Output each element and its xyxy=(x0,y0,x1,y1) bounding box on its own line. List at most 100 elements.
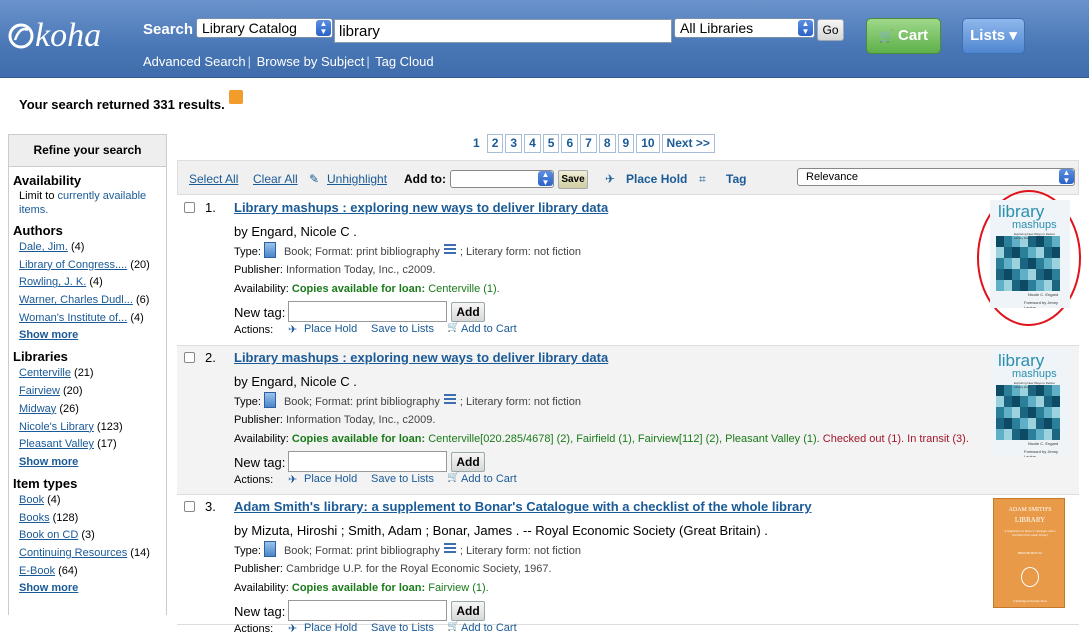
facet-count: (6) xyxy=(135,294,150,307)
lists-button[interactable]: Lists ▾ xyxy=(962,18,1025,54)
page-link-1[interactable]: 1 xyxy=(468,134,485,153)
show-more-authors[interactable]: Show more xyxy=(19,327,166,343)
tag-link[interactable]: Tag xyxy=(726,172,746,186)
place-hold-action[interactable]: Place Hold xyxy=(304,622,357,634)
add-to-cart-action[interactable]: Add to Cart xyxy=(461,622,517,634)
facet-link[interactable]: Rowling, J. K. xyxy=(19,276,86,288)
publisher-label: Publisher: xyxy=(234,264,283,276)
facet-link[interactable]: Book xyxy=(19,494,44,506)
browse-by-subject-link[interactable]: Browse by Subject xyxy=(257,54,365,69)
facet-count: (3) xyxy=(81,529,95,542)
search-sublinks: Advanced Search | Browse by Subject | Tag … xyxy=(143,54,434,69)
clear-all-link[interactable]: Clear All xyxy=(253,172,298,186)
facet-item: Library of Congress.... (20) xyxy=(19,257,166,275)
result-checkbox[interactable] xyxy=(184,352,195,363)
new-tag-input[interactable] xyxy=(288,451,447,472)
bibliography-icon xyxy=(443,244,456,255)
cover-title-2: mashups xyxy=(1012,219,1057,231)
result-number: 1. xyxy=(205,200,216,215)
index-select[interactable]: Library Catalog ▲ ▼ xyxy=(196,18,333,38)
book-cover-image[interactable]: library mashups Exploring New Ways to Deli… xyxy=(990,349,1070,457)
facet-link[interactable]: E-Book xyxy=(19,565,55,577)
save-to-lists-action[interactable]: Save to Lists xyxy=(371,622,434,634)
branch-select[interactable]: All Libraries ▲ ▼ xyxy=(674,18,815,38)
page-link-2[interactable]: 2 xyxy=(486,134,504,153)
refine-title: Refine your search xyxy=(9,135,166,167)
facet-count: (21) xyxy=(74,367,94,380)
availability-status-label: Copies available for loan: xyxy=(291,433,426,445)
page-link-7[interactable]: 7 xyxy=(580,134,597,153)
divider: | xyxy=(247,54,252,69)
book-cover-image[interactable]: library mashups Exploring New Ways to Deli… xyxy=(990,200,1070,308)
facet-link[interactable]: Book on CD xyxy=(19,529,78,541)
result-checkbox[interactable] xyxy=(184,202,195,213)
result-type-line: Type: Book; Format: print bibliography ; … xyxy=(234,541,581,557)
header-bar: koha Search Library Catalog ▲▼ All Libra… xyxy=(0,0,1089,78)
next-page-link[interactable]: Next >> xyxy=(661,134,715,153)
cart-button[interactable]: 🛒 Cart xyxy=(866,18,941,54)
currently-available-link-cont[interactable]: items. xyxy=(19,204,48,216)
book-cover-image[interactable]: ADAM SMITH'S LIBRARY A Supplement to Bonar… xyxy=(993,498,1065,608)
page-link-10[interactable]: 10 xyxy=(636,134,660,153)
facet-link[interactable]: Warner, Charles Dudl... xyxy=(19,294,133,306)
facet-link[interactable]: Pleasant Valley xyxy=(19,438,94,450)
add-tag-button[interactable]: Add xyxy=(451,452,485,472)
page-link-3[interactable]: 3 xyxy=(505,134,523,153)
cover-subtitle: Exploring New Ways to Deliver Library Da… xyxy=(1014,381,1056,389)
availability-status-label: Copies available for loan: xyxy=(291,283,426,295)
place-hold-action[interactable]: Place Hold xyxy=(304,473,357,485)
add-tag-button[interactable]: Add xyxy=(451,601,485,621)
add-to-cart-action[interactable]: Add to Cart xyxy=(461,473,517,485)
search-input[interactable] xyxy=(334,19,672,43)
rss-icon[interactable] xyxy=(228,90,243,104)
page-link-9[interactable]: 9 xyxy=(617,134,635,153)
currently-available-link[interactable]: currently available xyxy=(58,190,147,202)
facet-link[interactable]: Books xyxy=(19,512,50,524)
add-to-cart-action[interactable]: Add to Cart xyxy=(461,323,517,335)
save-button[interactable]: Save xyxy=(558,170,588,189)
type-label: Type: xyxy=(234,545,261,557)
result-title-link[interactable]: Adam Smith's library: a supplement to Bo… xyxy=(234,499,812,514)
facet-count: (20) xyxy=(130,258,150,271)
save-to-lists-action[interactable]: Save to Lists xyxy=(371,323,434,335)
sort-select[interactable]: Relevance ▲ ▼ xyxy=(797,168,1075,186)
facet-link[interactable]: Midway xyxy=(19,403,56,415)
cover-subtitle: A Supplement to Bonar's Catalogue with a… xyxy=(1004,529,1056,537)
facet-link[interactable]: Library of Congress.... xyxy=(19,259,127,271)
show-more-libraries[interactable]: Show more xyxy=(19,454,166,470)
go-button[interactable]: Go xyxy=(817,19,844,41)
facet-item: Book on CD (3) xyxy=(19,527,166,545)
facet-link[interactable]: Dale, Jim. xyxy=(19,241,68,253)
facet-link[interactable]: Nicole's Library xyxy=(19,421,94,433)
facet-link[interactable]: Centerville xyxy=(19,367,71,379)
add-to-select[interactable]: ▲ ▼ xyxy=(450,170,554,188)
result-title-link[interactable]: Library mashups : exploring new ways to … xyxy=(234,200,608,215)
page-link-5[interactable]: 5 xyxy=(542,134,560,153)
page-link-4[interactable]: 4 xyxy=(524,134,541,153)
place-hold-link[interactable]: Place Hold xyxy=(626,172,687,186)
facet-link[interactable]: Fairview xyxy=(19,385,60,397)
result-checkbox[interactable] xyxy=(184,501,195,512)
unhighlight-link[interactable]: Unhighlight xyxy=(327,172,387,186)
page-link-6[interactable]: 6 xyxy=(561,134,579,153)
result-title-link[interactable]: Library mashups : exploring new ways to … xyxy=(234,350,608,365)
select-all-link[interactable]: Select All xyxy=(189,172,238,186)
facet-count: (17) xyxy=(97,438,117,451)
new-tag-input[interactable] xyxy=(288,301,447,322)
availability-label: Availability: xyxy=(234,433,289,445)
facet-heading: Authors xyxy=(13,223,63,238)
show-more-itemtypes[interactable]: Show more xyxy=(19,580,166,596)
advanced-search-link[interactable]: Advanced Search xyxy=(143,54,246,69)
facet-link[interactable]: Continuing Resources xyxy=(19,547,127,559)
tag-cloud-link[interactable]: Tag Cloud xyxy=(375,54,434,69)
index-select-value: Library Catalog xyxy=(202,20,297,36)
facet-link[interactable]: Woman's Institute of... xyxy=(19,312,127,324)
new-tag-input[interactable] xyxy=(288,600,447,621)
add-tag-button[interactable]: Add xyxy=(451,302,485,322)
page-link-8[interactable]: 8 xyxy=(598,134,616,153)
divider: | xyxy=(366,54,370,69)
place-hold-action[interactable]: Place Hold xyxy=(304,323,357,335)
facet-item: Rowling, J. K. (4) xyxy=(19,274,166,292)
save-to-lists-action[interactable]: Save to Lists xyxy=(371,473,434,485)
koha-logo[interactable]: koha xyxy=(8,12,128,56)
